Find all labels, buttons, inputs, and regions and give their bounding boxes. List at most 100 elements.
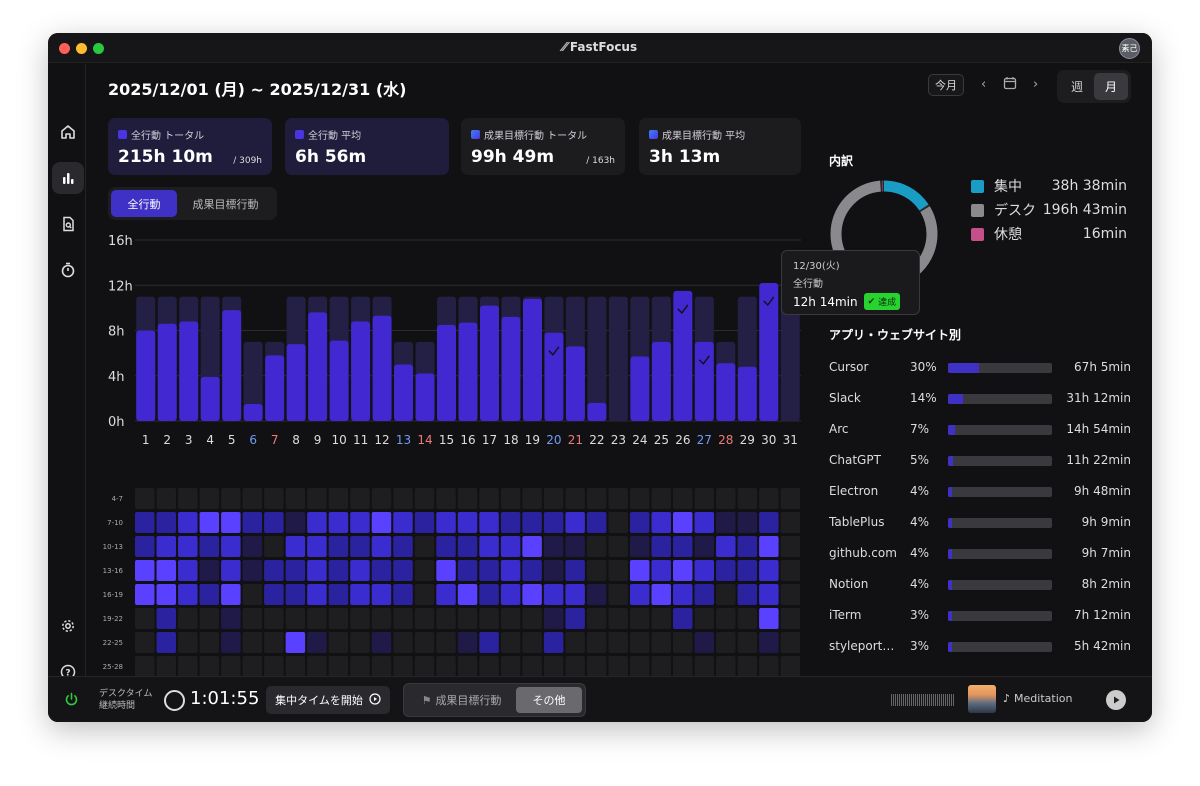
heatmap-cell (565, 488, 585, 509)
app-name: Electron (829, 484, 879, 498)
bar-value[interactable] (136, 330, 156, 422)
heatmap-cell (651, 584, 671, 605)
heatmap-cell (716, 512, 736, 533)
heatmap-cell (350, 656, 370, 677)
bar-value[interactable] (243, 404, 263, 421)
heatmap-cell (178, 536, 198, 557)
heatmap-cell (673, 488, 693, 509)
current-month-button[interactable]: 今月 (928, 74, 964, 96)
sidebar: ? (48, 64, 86, 680)
app-usage-row: Cursor 30% 67h 5min (829, 352, 1135, 383)
heatmap-cell (264, 512, 284, 533)
heatmap-cell (522, 512, 542, 533)
start-focus-button[interactable]: 集中タイムを開始 (266, 686, 390, 714)
stat-label-goal-total-text: 成果目標行動 トータル (484, 131, 588, 142)
avatar[interactable]: 素己 (1119, 38, 1140, 59)
app-name: Arc (829, 422, 849, 436)
bar-value[interactable] (222, 310, 242, 421)
bar-value[interactable] (522, 298, 542, 421)
mode-other[interactable]: その他 (516, 687, 582, 713)
bar-value[interactable] (200, 376, 220, 421)
heatmap-cell (780, 632, 801, 653)
stat-card-goal-average: 成果目標行動 平均 3h 13m (639, 118, 801, 175)
bar-value[interactable] (716, 363, 736, 421)
stats-icon[interactable] (52, 162, 84, 194)
bar-value[interactable] (479, 305, 499, 421)
calendar-icon[interactable] (1003, 76, 1017, 94)
x-tick-label: 6 (249, 433, 257, 447)
bar-value[interactable] (286, 344, 306, 421)
bar-value[interactable] (351, 321, 371, 421)
heatmap-cell (221, 632, 241, 653)
bar-value[interactable] (265, 355, 285, 421)
app-usage-row: iTerm 3% 7h 12min (829, 600, 1135, 631)
tooltip-label: 全行動 (793, 279, 823, 290)
heatmap-cell (565, 536, 585, 557)
heatmap-cell (500, 584, 521, 605)
app-usage-bar (948, 580, 1052, 590)
chevron-right-icon[interactable]: › (1033, 77, 1038, 92)
tab-month[interactable]: 月 (1094, 73, 1128, 100)
heatmap-row-label: 13-16 (103, 567, 124, 575)
report-icon[interactable] (52, 208, 84, 240)
bar-value[interactable] (651, 341, 671, 421)
power-icon[interactable] (64, 692, 79, 711)
app-usage-row: ChatGPT 5% 11h 22min (829, 445, 1135, 476)
heatmap-cell (371, 608, 392, 629)
heatmap-cell (479, 560, 499, 581)
bar-value[interactable] (179, 321, 199, 421)
mode-goal-action[interactable]: ⚑ 成果目標行動 (407, 687, 516, 713)
chevron-left-icon[interactable]: ‹ (981, 77, 986, 92)
bar-value[interactable] (458, 322, 478, 421)
heatmap-cell (694, 512, 715, 533)
play-button[interactable] (1106, 690, 1126, 710)
heatmap-cell (328, 608, 349, 629)
bar-value[interactable] (415, 373, 435, 421)
heatmap-cell (565, 632, 585, 653)
x-tick-label: 19 (525, 433, 540, 447)
bar-value[interactable] (329, 340, 349, 421)
play-circle-icon (369, 692, 381, 708)
heatmap-cell (350, 560, 370, 581)
heatmap-cell (221, 488, 241, 509)
home-icon[interactable] (52, 116, 84, 148)
bar-value[interactable] (157, 323, 177, 421)
heatmap-cell (479, 608, 499, 629)
app-name: Slack (829, 391, 861, 405)
heatmap-cell (414, 656, 435, 677)
app-time: 11h 22min (1066, 453, 1131, 467)
heatmap-cell (759, 536, 779, 557)
bar-value[interactable] (394, 364, 414, 421)
heatmap-cell (221, 584, 241, 605)
bar-value[interactable] (372, 315, 392, 421)
tab-week[interactable]: 週 (1060, 73, 1094, 100)
x-tick-label: 29 (740, 433, 755, 447)
heatmap-cell (285, 488, 306, 509)
toggle-goal-actions[interactable]: 成果目標行動 (177, 190, 274, 217)
bar-value[interactable] (630, 356, 650, 421)
bar-value[interactable] (437, 324, 457, 421)
y-tick-label: 0h (108, 415, 125, 430)
bar-value[interactable] (587, 402, 607, 421)
bar-value[interactable] (308, 312, 328, 421)
app-usage-fill (948, 518, 953, 528)
bar-value[interactable] (694, 341, 714, 421)
heatmap-cell (135, 656, 155, 677)
gear-icon[interactable] (52, 610, 84, 642)
heatmap-cell (242, 488, 263, 509)
heatmap-cell (629, 488, 650, 509)
bar-value[interactable] (544, 332, 564, 421)
heatmap-cell (264, 488, 284, 509)
app-time: 9h 48min (1074, 484, 1131, 498)
heatmap-cell (307, 584, 327, 605)
bar-value[interactable] (501, 316, 521, 421)
heatmap-cell (694, 608, 715, 629)
app-percent: 4% (910, 546, 930, 560)
heatmap-cell (414, 560, 435, 581)
app-name: iTerm (829, 608, 862, 622)
bar-value[interactable] (737, 366, 757, 421)
app-percent: 4% (910, 577, 930, 591)
toggle-all-actions[interactable]: 全行動 (111, 190, 177, 217)
timer-icon[interactable] (52, 254, 84, 286)
bar-value[interactable] (565, 346, 585, 421)
